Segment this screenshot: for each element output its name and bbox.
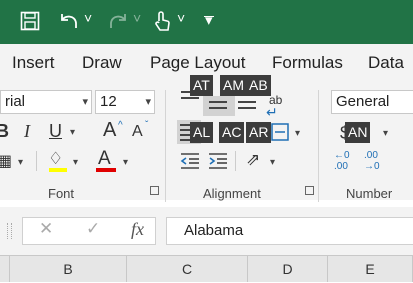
bottom-align-icon[interactable]: [236, 98, 258, 114]
column-header-c[interactable]: C: [127, 255, 248, 282]
alignment-divider: [235, 151, 236, 171]
merge-dropdown-icon[interactable]: ▾: [295, 128, 300, 139]
caret-up-icon: ^: [118, 120, 123, 131]
cancel-icon[interactable]: ✕: [39, 219, 53, 239]
touch-mode-dropdown-icon[interactable]: ˅: [177, 6, 185, 30]
middle-align-icon[interactable]: [207, 98, 229, 114]
number-format-value: General: [336, 93, 390, 110]
undo-dropdown-icon[interactable]: ˅: [84, 6, 92, 30]
font-color-swatch: [96, 168, 116, 172]
italic-button[interactable]: I: [24, 121, 30, 142]
increase-decimal-label: .00: [334, 161, 348, 172]
alignment-group-label: Alignment: [203, 186, 261, 201]
formula-input[interactable]: Alabama: [166, 217, 413, 245]
caret-down-icon: ˇ: [145, 120, 149, 131]
ribbon-separator: [165, 90, 166, 202]
tab-insert[interactable]: Insert: [12, 53, 55, 73]
increase-decimal-button[interactable]: ←0.00: [334, 150, 350, 172]
customize-qat-bar: [204, 16, 214, 17]
font-name-combo[interactable]: rial ▾: [0, 90, 92, 114]
wrap-text-icon[interactable]: ↵: [266, 104, 278, 121]
decrease-decimal-label: .00: [364, 150, 378, 161]
orientation-icon[interactable]: ⇗: [246, 150, 260, 170]
tab-data[interactable]: Data: [368, 53, 404, 73]
increase-indent-icon[interactable]: [208, 152, 228, 170]
redo-icon[interactable]: [107, 11, 129, 31]
bold-button[interactable]: B: [0, 121, 9, 142]
font-size-combo[interactable]: 12 ▾: [95, 90, 155, 114]
keytip-ac: AC: [219, 122, 245, 143]
alignment-dialog-launcher-icon[interactable]: [305, 186, 314, 195]
orientation-dropdown-icon[interactable]: ▾: [270, 157, 275, 168]
undo-icon[interactable]: [58, 11, 80, 31]
borders-icon[interactable]: ▦: [0, 151, 12, 171]
tab-formulas[interactable]: Formulas: [272, 53, 343, 73]
decrease-font-size-button[interactable]: A: [132, 123, 143, 141]
tab-draw[interactable]: Draw: [82, 53, 122, 73]
font-color-dropdown-icon[interactable]: ▾: [123, 157, 128, 168]
currency-dropdown-icon[interactable]: ▾: [383, 128, 388, 139]
keytip-at: AT: [190, 75, 213, 96]
font-divider: [36, 151, 37, 171]
increase-font-size-button[interactable]: A: [103, 119, 116, 142]
chevron-down-icon[interactable]: ▾: [145, 91, 151, 113]
insert-function-icon[interactable]: fx: [131, 219, 144, 240]
save-icon[interactable]: [20, 11, 40, 31]
ribbon-separator: [318, 90, 319, 202]
enter-icon[interactable]: ✓: [86, 219, 100, 239]
keytip-ab: AB: [246, 75, 271, 96]
resize-grip-icon[interactable]: [7, 223, 12, 239]
redo-dropdown-icon[interactable]: ˅: [133, 6, 141, 30]
decrease-decimal-button[interactable]: .00 →0: [364, 150, 380, 172]
keytip-al: AL: [190, 122, 214, 143]
fill-color-swatch: [49, 168, 67, 172]
font-dialog-launcher-icon[interactable]: [150, 186, 159, 195]
fill-color-dropdown-icon[interactable]: ▾: [73, 157, 78, 168]
touch-mouse-mode-icon[interactable]: [152, 10, 172, 32]
underline-button[interactable]: U: [49, 121, 62, 142]
column-header-b[interactable]: B: [10, 255, 127, 282]
keytip-ar: AR: [246, 122, 272, 143]
keytip-am: AM: [220, 75, 247, 96]
underline-dropdown-icon[interactable]: ▾: [70, 127, 75, 138]
select-all-corner[interactable]: [0, 255, 10, 282]
number-format-combo[interactable]: General: [331, 90, 413, 114]
merge-center-icon[interactable]: [271, 123, 289, 141]
font-color-button[interactable]: A: [98, 148, 111, 170]
column-header-e[interactable]: E: [328, 255, 413, 282]
font-group-label: Font: [48, 186, 75, 201]
customize-qat-icon[interactable]: ▾: [205, 9, 213, 33]
borders-dropdown-icon[interactable]: ▾: [18, 157, 23, 168]
number-group-label: Number: [346, 186, 393, 201]
column-header-d[interactable]: D: [248, 255, 328, 282]
tab-page-layout[interactable]: Page Layout: [150, 53, 245, 73]
font-size-value: 12: [100, 93, 117, 110]
font-name-value: rial: [5, 93, 26, 110]
decrease-indent-icon[interactable]: [180, 152, 200, 170]
fill-color-icon[interactable]: ♢: [48, 149, 63, 169]
keytip-an: AN: [345, 122, 371, 143]
chevron-down-icon[interactable]: ▾: [82, 91, 88, 113]
